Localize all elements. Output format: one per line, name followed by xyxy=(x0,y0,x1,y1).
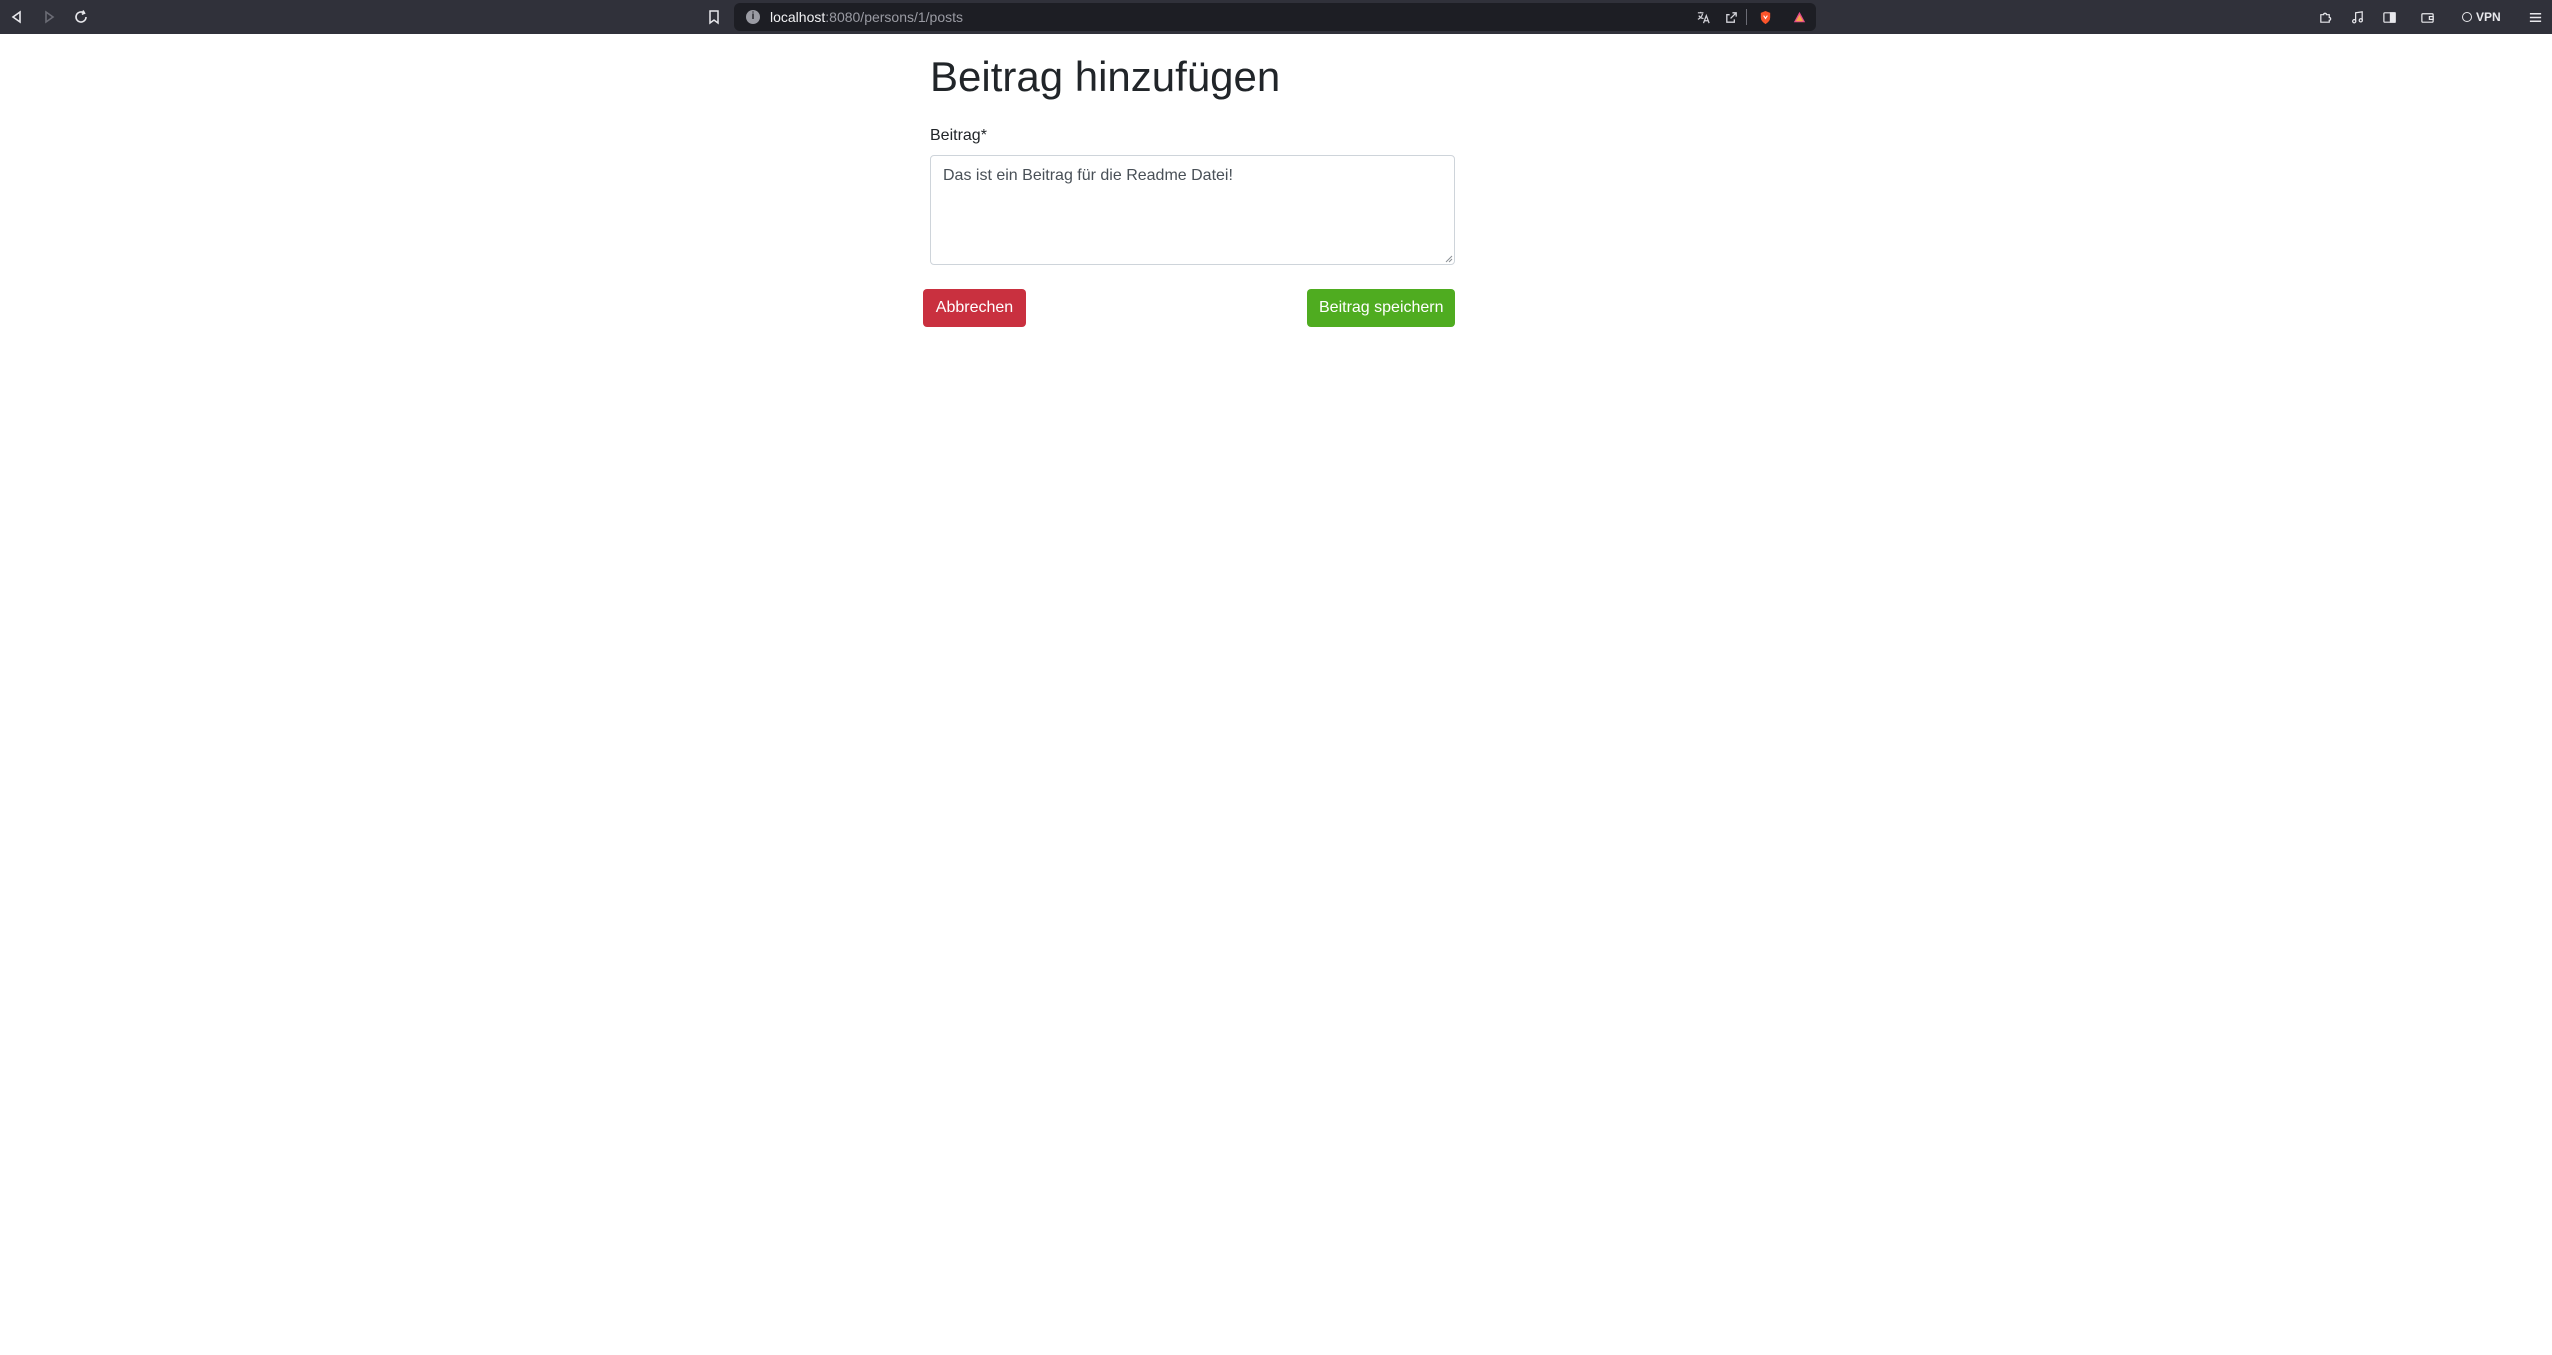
cancel-button[interactable]: Abbrechen xyxy=(923,289,1026,327)
menu-icon[interactable] xyxy=(2520,0,2550,34)
post-field-label: Beitrag* xyxy=(930,127,987,144)
save-post-button[interactable]: Beitrag speichern xyxy=(1307,289,1455,327)
resize-handle-icon[interactable] xyxy=(1443,253,1453,263)
browser-toolbar: i localhost:8080/persons/1/posts VPN xyxy=(0,0,2552,34)
brave-shields-icon[interactable] xyxy=(1754,7,1776,27)
vpn-button[interactable]: VPN xyxy=(2462,0,2501,34)
wallet-icon[interactable] xyxy=(2412,0,2442,34)
vpn-icon xyxy=(2462,12,2472,22)
site-info-icon[interactable]: i xyxy=(746,10,760,24)
forward-icon[interactable] xyxy=(32,0,66,34)
translate-icon[interactable] xyxy=(1692,7,1714,27)
media-icon[interactable] xyxy=(2342,0,2372,34)
reload-icon[interactable] xyxy=(64,0,98,34)
back-icon[interactable] xyxy=(0,0,34,34)
vpn-label: VPN xyxy=(2476,10,2501,24)
address-bar[interactable]: i localhost:8080/persons/1/posts xyxy=(734,3,1816,31)
page-title: Beitrag hinzufügen xyxy=(930,53,1281,100)
url-text[interactable]: localhost:8080/persons/1/posts xyxy=(770,3,963,31)
divider xyxy=(1746,9,1747,25)
brave-rewards-icon[interactable] xyxy=(1788,7,1810,27)
bookmark-icon[interactable] xyxy=(700,0,728,34)
share-icon[interactable] xyxy=(1720,7,1742,27)
extensions-icon[interactable] xyxy=(2310,0,2340,34)
post-textarea[interactable]: Das ist ein Beitrag für die Readme Datei… xyxy=(930,155,1455,265)
sidebar-icon[interactable] xyxy=(2374,0,2404,34)
